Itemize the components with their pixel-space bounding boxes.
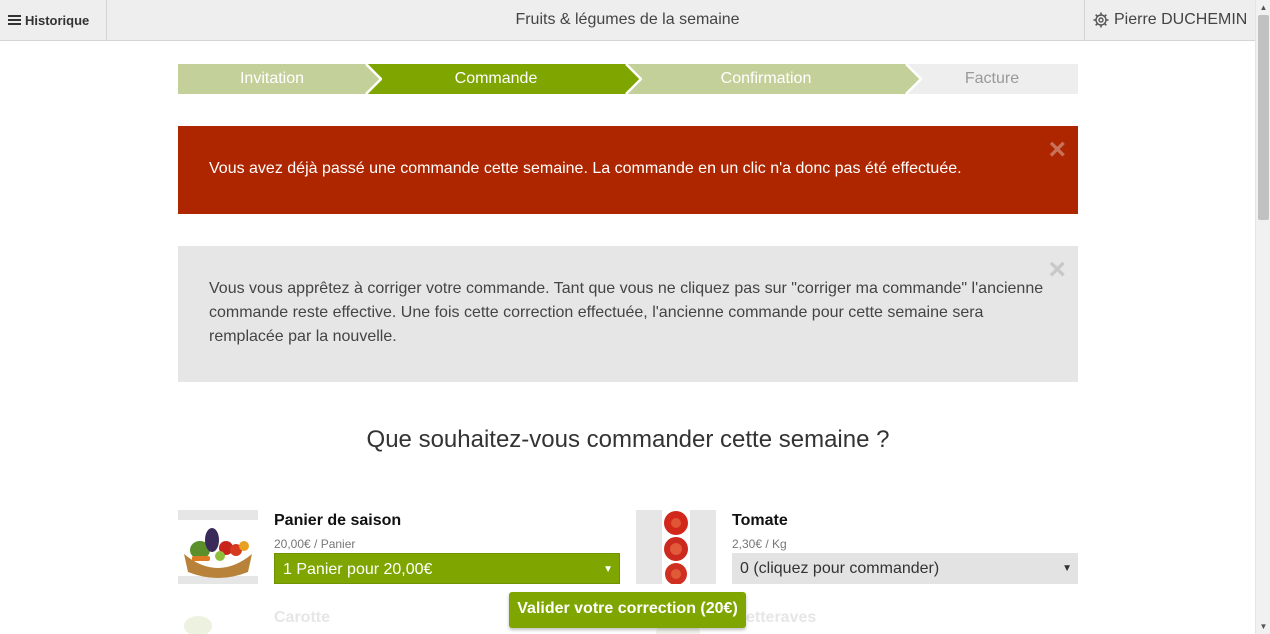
close-icon[interactable]: ×	[1048, 255, 1066, 285]
step-chevron	[902, 64, 922, 94]
quantity-select-value: 0 (cliquez pour commander)	[740, 560, 940, 577]
history-button[interactable]: Historique	[0, 0, 107, 40]
validate-correction-button[interactable]: Valider votre correction (20€)	[509, 592, 746, 628]
top-bar: Historique Fruits & légumes de la semain…	[0, 0, 1255, 41]
step-label: Facture	[964, 70, 1020, 87]
gear-icon	[1093, 12, 1109, 28]
product-name-faded: Carotte	[274, 609, 331, 626]
error-alert: × Vous avez déjà passé une commande cett…	[178, 126, 1078, 214]
product-name-faded: etteraves	[746, 609, 817, 626]
error-alert-text: Vous avez déjà passé une commande cette …	[209, 160, 962, 177]
product-card-panier: Panier de saison 20,00€ / Panier 1 Panie…	[178, 510, 620, 584]
quantity-select[interactable]: 0 (cliquez pour commander) ▼	[732, 553, 1078, 584]
history-label: Historique	[25, 12, 90, 28]
step-chevron	[622, 64, 642, 94]
step-commande: Commande	[366, 64, 626, 94]
basket-image	[178, 510, 258, 584]
app-title: Fruits & légumes de la semaine	[515, 11, 740, 28]
close-icon[interactable]: ×	[1048, 135, 1066, 165]
step-confirmation: Confirmation	[626, 64, 906, 94]
step-label: Commande	[454, 70, 538, 87]
user-menu[interactable]: Pierre DUCHEMIN	[1084, 0, 1255, 40]
step-chevron	[362, 64, 382, 94]
caret-down-icon: ▼	[603, 564, 613, 575]
scroll-up-arrow-icon[interactable]: ▲	[1256, 0, 1270, 15]
scroll-down-arrow-icon[interactable]: ▼	[1256, 619, 1270, 634]
info-alert-text: Vous vous apprêtez à corriger votre comm…	[209, 280, 1044, 345]
product-image-faded	[182, 604, 222, 634]
step-label: Invitation	[239, 70, 305, 87]
tomato-image	[636, 510, 716, 584]
info-alert: × Vous vous apprêtez à corriger votre co…	[178, 246, 1078, 382]
step-label: Confirmation	[720, 70, 812, 87]
quantity-select[interactable]: 1 Panier pour 20,00€ ▼	[274, 553, 620, 584]
product-name: Tomate	[732, 512, 788, 529]
scrollbar-thumb[interactable]	[1258, 15, 1269, 220]
caret-down-icon: ▼	[1062, 563, 1072, 574]
product-price: 20,00€ / Panier	[274, 537, 356, 551]
product-card-tomate: Tomate 2,30€ / Kg 0 (cliquez pour comman…	[636, 510, 1078, 584]
product-name: Panier de saison	[274, 512, 402, 529]
hamburger-icon	[8, 13, 21, 27]
step-invitation: Invitation	[178, 64, 366, 94]
order-steps: Invitation Commande Confirmation Facture	[178, 64, 1078, 94]
user-name: Pierre DUCHEMIN	[1114, 11, 1248, 28]
quantity-select-value: 1 Panier pour 20,00€	[283, 561, 433, 578]
order-question-heading: Que souhaitez-vous commander cette semai…	[366, 426, 890, 453]
product-price: 2,30€ / Kg	[732, 537, 787, 551]
step-facture: Facture	[906, 64, 1078, 94]
page-scrollbar[interactable]: ▲ ▼	[1255, 0, 1270, 634]
